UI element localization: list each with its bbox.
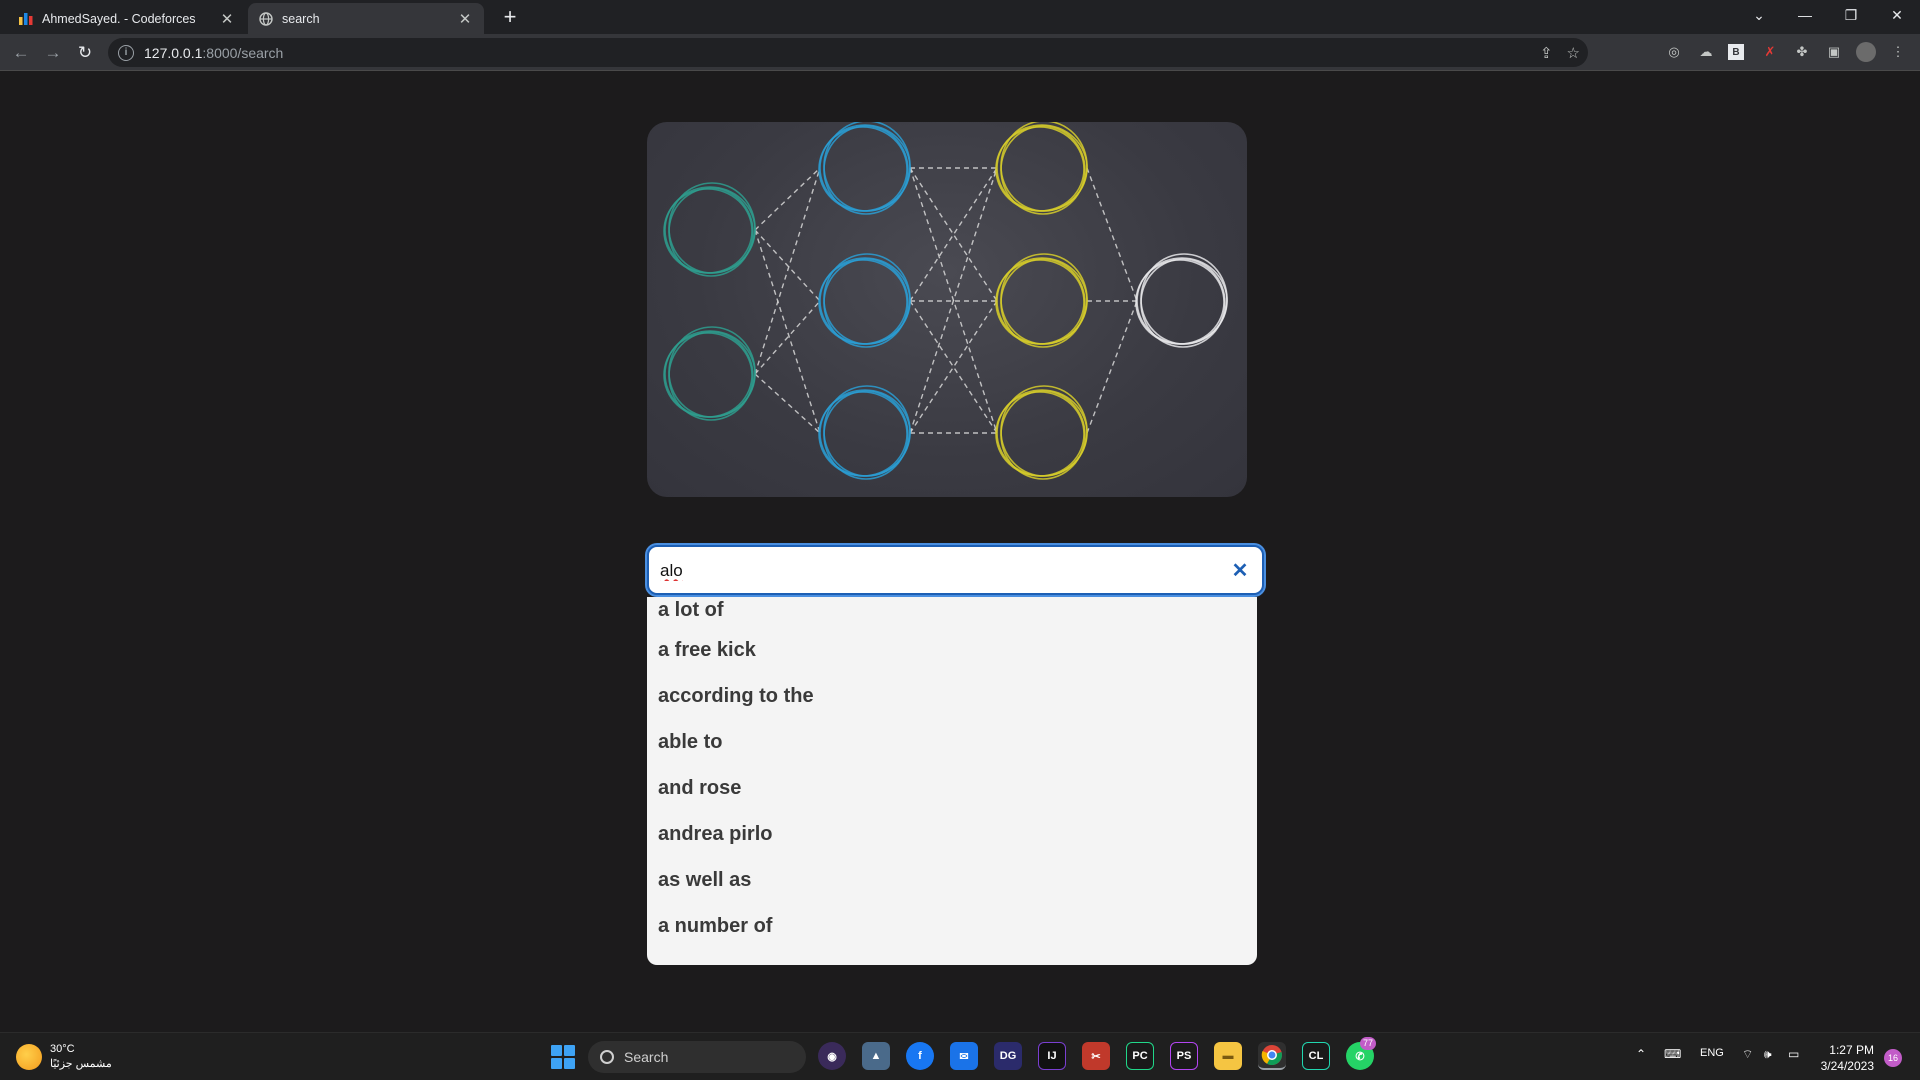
autocomplete-item[interactable]: andrea pirlo [647,811,1257,857]
search-icon [600,1050,614,1064]
profile-avatar[interactable] [1856,42,1876,62]
search-box[interactable]: ✕ [647,545,1264,595]
site-info-icon[interactable]: i [118,44,134,61]
neural-network-illustration [647,122,1247,497]
intellij-icon[interactable]: IJ [1038,1042,1066,1070]
taskbar-search-label: Search [624,1049,669,1065]
side-panel-icon[interactable]: ▣ [1824,42,1844,62]
windows-taskbar: 30°C مشمس جزئيًا Search ◉ ▲ f ✉ DG IJ ✂ … [0,1032,1920,1080]
mail-icon[interactable]: ✉ [950,1042,978,1070]
tab-search[interactable]: search ✕ [248,3,484,34]
autocomplete-item[interactable]: and rose [647,765,1257,811]
browser-tab-bar: AhmedSayed. - Codeforces ✕ search ✕ + ⌄ … [0,0,1920,34]
neural-network-graphic [663,122,1228,480]
tab-title: AhmedSayed. - Codeforces [42,11,196,26]
new-tab-button[interactable]: + [497,5,523,31]
close-window-button[interactable]: ✕ [1874,0,1920,30]
autocomplete-item[interactable]: a number of [647,903,1257,949]
autocomplete-item[interactable]: according to the [647,673,1257,719]
autocomplete-item[interactable]: a lot of [647,597,1257,627]
autocomplete-item[interactable]: as well as [647,857,1257,903]
url-path: :8000/search [202,44,284,61]
weather-description: مشمس جزئيًا [50,1058,112,1070]
system-clock[interactable]: 1:27 PM 3/24/2023 [1818,1042,1874,1074]
hidden-node [995,253,1088,348]
tab-title: search [282,11,320,26]
extensions-puzzle-icon[interactable]: ✤ [1792,42,1812,62]
partly-sunny-icon [16,1044,42,1070]
network-edge [754,229,821,434]
input-node [663,326,756,421]
network-edge [1086,167,1138,302]
clock-time: 1:27 PM [1829,1043,1874,1057]
forward-button[interactable]: → [40,40,66,66]
extension-cloud-icon[interactable]: ☁ [1696,42,1716,62]
tab-search-dropdown-icon[interactable]: ⌄ [1736,0,1782,30]
globe-icon [258,11,274,27]
volume-icon[interactable]: 🕪 [1764,1047,1772,1062]
clion-icon[interactable]: CL [1302,1042,1330,1070]
notification-count-badge[interactable]: 16 [1884,1049,1902,1067]
network-edge [754,167,821,375]
extension-icon[interactable]: ◎ [1664,42,1684,62]
file-explorer-icon[interactable]: ▬ [1214,1042,1242,1070]
hidden-node [818,253,911,348]
search-input[interactable] [660,558,1200,584]
language-indicator[interactable]: ENG [1700,1047,1724,1059]
taskbar-search[interactable]: Search [588,1041,806,1073]
hidden-node [995,122,1088,215]
clock-date: 3/24/2023 [1820,1059,1874,1073]
facebook-icon[interactable]: f [906,1042,934,1070]
show-hidden-icons-chevron-icon[interactable]: ⌃ [1636,1047,1646,1061]
bookmark-star-icon[interactable]: ☆ [1567,44,1580,62]
photos-icon[interactable]: ▲ [862,1042,890,1070]
start-button[interactable] [551,1045,575,1069]
browser-toolbar: ← → ↻ i 127.0.0.1:8000/search ⇪ ☆ ◎ ☁ B … [0,34,1920,71]
datagrip-icon[interactable]: DG [994,1042,1022,1070]
network-edge [1086,300,1138,434]
tab-close-icon[interactable]: ✕ [218,10,236,28]
weather-widget[interactable]: 30°C مشمس جزئيًا [16,1042,112,1072]
keyboard-icon[interactable]: ⌨ [1664,1047,1681,1061]
hidden-node [995,385,1088,480]
network-edge [754,300,821,375]
input-node [663,182,756,277]
restore-button[interactable]: ❐ [1828,0,1874,30]
hidden-node [818,385,911,480]
network-edge [754,229,821,302]
chrome-icon[interactable] [1258,1042,1286,1070]
whatsapp-badge: 77 [1360,1037,1377,1050]
output-node [1135,253,1228,348]
autocomplete-list: a lot of a free kick according to the ab… [647,597,1257,965]
wifi-icon[interactable]: ⌔ [1742,1047,1753,1062]
codeforces-icon [18,11,34,27]
tab-codeforces[interactable]: AhmedSayed. - Codeforces ✕ [8,3,246,34]
pycharm-icon[interactable]: PC [1126,1042,1154,1070]
url-host: 127.0.0.1 [144,44,203,61]
extension-translate-icon[interactable]: ✗ [1760,42,1780,62]
share-icon[interactable]: ⇪ [1540,44,1553,62]
clear-search-icon[interactable]: ✕ [1228,558,1252,582]
phpstorm-icon[interactable]: PS [1170,1042,1198,1070]
snipping-tool-icon[interactable]: ✂ [1082,1042,1110,1070]
tab-close-icon[interactable]: ✕ [456,10,474,28]
minimize-button[interactable]: — [1782,0,1828,30]
hidden-node [818,122,911,215]
extension-b-icon[interactable]: B [1728,44,1744,60]
browser-menu-icon[interactable]: ⋮ [1888,42,1908,62]
github-desktop-icon[interactable]: ◉ [818,1042,846,1070]
reload-button[interactable]: ↻ [72,40,98,66]
weather-temperature: 30°C [50,1043,75,1055]
address-bar[interactable]: i 127.0.0.1:8000/search ⇪ ☆ [108,38,1588,67]
back-button[interactable]: ← [8,40,34,66]
autocomplete-item[interactable]: able to [647,719,1257,765]
battery-icon[interactable]: ▭ [1788,1047,1799,1061]
autocomplete-item[interactable]: a free kick [647,627,1257,673]
